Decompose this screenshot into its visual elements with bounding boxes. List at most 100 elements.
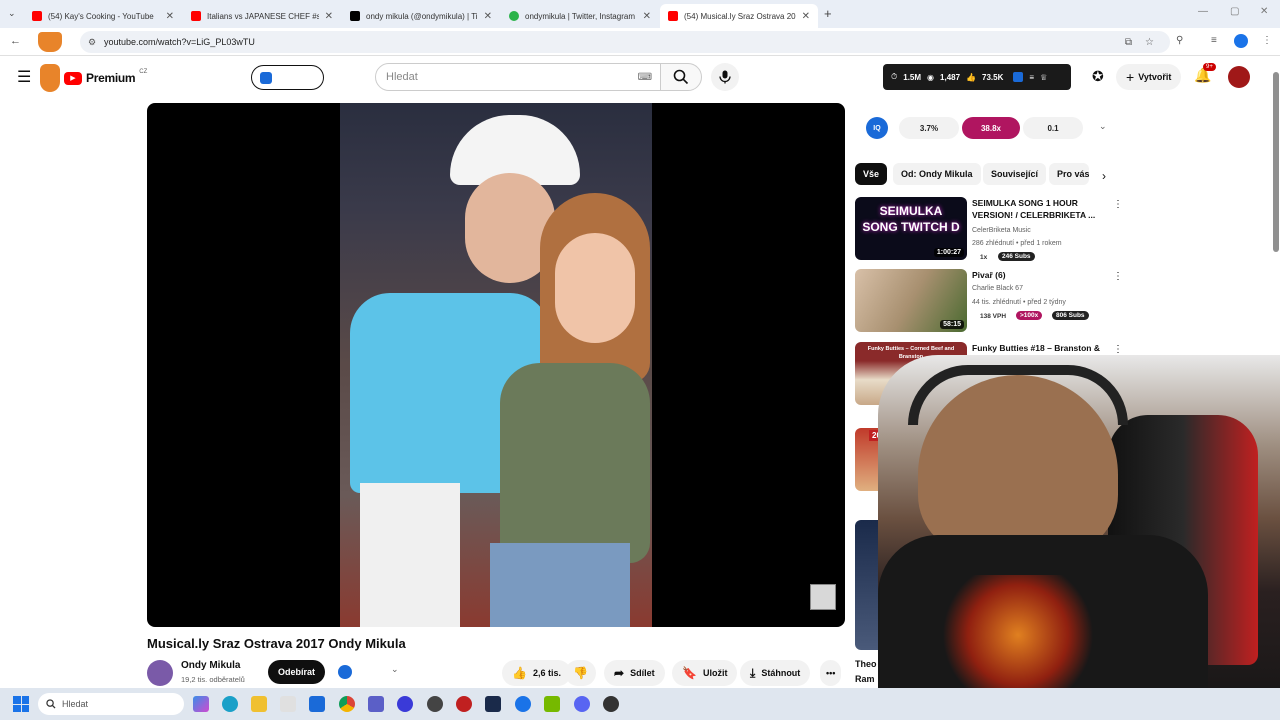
iq-dial-icon[interactable]: IQ <box>866 117 888 139</box>
channel-name[interactable]: Ondy Mikula <box>181 660 240 671</box>
scrollbar-thumb[interactable] <box>1273 72 1279 252</box>
tab-italians-vs-japanese[interactable]: Italians vs JAPANESE CHEF #shorts ✕ <box>183 4 341 28</box>
voice-search-button[interactable] <box>711 63 739 91</box>
person-left-pants <box>360 483 460 627</box>
recommendation-item[interactable]: SEIMULKA SONG TWITCH D 1:00:27 SEIMULKA … <box>855 197 1125 261</box>
person-right-face <box>555 233 635 343</box>
wordpress-icon[interactable] <box>427 696 443 712</box>
search-input[interactable]: Hledat ⌨ <box>375 63 661 91</box>
like-button[interactable]: 👍 2,6 tis. <box>502 660 571 686</box>
rec-menu-icon[interactable]: ⋮ <box>1113 199 1123 210</box>
chevron-down-icon[interactable]: ⌄ <box>391 664 399 675</box>
video-player[interactable] <box>147 103 845 627</box>
discord-icon[interactable] <box>574 696 590 712</box>
app-icon[interactable] <box>397 696 413 712</box>
store-icon[interactable] <box>280 696 296 712</box>
more-actions-button[interactable]: ••• <box>820 660 842 686</box>
site-info-icon[interactable]: ⚙ <box>88 37 96 48</box>
search-button[interactable] <box>660 63 702 91</box>
back-icon[interactable]: ← <box>10 35 21 47</box>
close-tab-icon[interactable]: ✕ <box>643 11 651 22</box>
restore-icon[interactable]: ▢ <box>1230 6 1239 17</box>
close-tab-icon[interactable]: ✕ <box>166 11 174 22</box>
download-button[interactable]: ⤓ Stáhnout <box>740 660 811 686</box>
close-tab-icon[interactable]: ✕ <box>802 11 810 22</box>
video-thumbnail[interactable]: 58:15 <box>855 269 967 332</box>
iq-stat-1: 3.7% <box>899 117 959 139</box>
subs-badge: 246 Subs <box>998 252 1035 261</box>
rec-menu-icon[interactable]: ⋮ <box>1113 271 1123 282</box>
profile-avatar[interactable] <box>1234 34 1248 48</box>
url-field[interactable]: ⚙ youtube.com/watch?v=LiG_PL03wTU ⧉ ☆ <box>80 31 1170 53</box>
iq-expand-icon[interactable]: ⌄ <box>1099 121 1107 132</box>
iq-channel-icon[interactable] <box>338 665 352 679</box>
rec-channel: CelerBriketa Music <box>972 227 1031 234</box>
file-explorer-icon[interactable] <box>251 696 267 712</box>
install-icon[interactable]: ⧉ <box>1125 37 1132 48</box>
page-scrollbar[interactable] <box>1272 60 1280 688</box>
chips-next-icon[interactable]: › <box>1102 169 1106 183</box>
mini-thumbnail[interactable] <box>810 584 836 610</box>
taskbar-search[interactable]: Hledat <box>38 693 184 715</box>
iq-small-icon[interactable] <box>1013 72 1024 82</box>
browser-menu-icon[interactable]: ⋮ <box>1262 35 1272 46</box>
create-button[interactable]: + Vytvořit <box>1116 64 1182 90</box>
taskbar-search-label: Hledat <box>62 699 89 709</box>
save-button[interactable]: 🔖 Uložit <box>672 660 738 686</box>
recommendation-item[interactable]: 58:15 Pivař (6) Charlie Black 67 44 tis.… <box>855 269 1125 333</box>
rec-menu-icon[interactable]: ⋮ <box>1113 344 1123 355</box>
windows-start-icon[interactable] <box>13 696 29 712</box>
watching-count: 1,487 <box>940 72 961 82</box>
chip-related[interactable]: Související <box>983 163 1047 185</box>
subscribe-button[interactable]: Odebírat <box>268 660 326 684</box>
obs-icon[interactable] <box>603 696 619 712</box>
chip-for-you[interactable]: Pro vás <box>1049 163 1089 185</box>
likes-count: 73.5K <box>982 72 1004 82</box>
close-tab-icon[interactable]: ✕ <box>484 11 492 22</box>
share-button[interactable]: ➦ Sdílet <box>604 660 665 686</box>
extensions-icon[interactable]: ⚲ <box>1176 35 1183 46</box>
download-icon: ⤓ <box>750 665 756 680</box>
mail-icon[interactable] <box>309 696 325 712</box>
extension-carrot-icon[interactable] <box>38 32 62 52</box>
steam-icon[interactable] <box>485 696 501 712</box>
multiplier-badge: 1x <box>980 254 988 261</box>
share-label: Sdílet <box>630 668 655 678</box>
boost-icon[interactable]: ✪ <box>1092 68 1104 85</box>
edge-icon[interactable] <box>222 696 238 712</box>
chrome-icon[interactable] <box>339 696 355 712</box>
app-red-icon[interactable] <box>456 696 472 712</box>
chip-from-channel[interactable]: Od: Ondy Mikula <box>893 163 981 185</box>
app-blue-icon[interactable] <box>515 696 531 712</box>
youtube-header: ☰ ▶ Premium CZ Hledat ⌨ ⏱ 1.5M ◉ 1,487 👍 73… <box>0 56 1280 100</box>
trophy-icon[interactable]: ♕ <box>1040 73 1047 82</box>
copilot-icon[interactable] <box>193 696 209 712</box>
dislike-button[interactable]: 👎 <box>565 660 596 686</box>
filter-icon[interactable]: ≡ <box>1029 73 1034 82</box>
chip-all[interactable]: Vše <box>855 163 888 185</box>
new-tab-icon[interactable]: + <box>824 6 832 21</box>
save-label: Uložit <box>702 668 728 678</box>
teams-icon[interactable] <box>368 696 384 712</box>
bookmark-star-icon[interactable]: ☆ <box>1145 37 1154 48</box>
tab-musically-active[interactable]: (54) Musical.ly Sraz Ostrava 2017 ✕ <box>660 4 818 28</box>
tab-kays-cooking[interactable]: (54) Kay's Cooking - YouTube ✕ <box>24 4 182 28</box>
hamburger-menu-icon[interactable]: ☰ <box>17 67 31 87</box>
reading-list-icon[interactable]: ≡ <box>1211 35 1217 46</box>
close-tab-icon[interactable]: ✕ <box>325 11 333 22</box>
tab-tiktok[interactable]: ondy mikula (@ondymikula) | TikTok ✕ <box>342 4 500 28</box>
keyboard-icon[interactable]: ⌨ <box>638 72 652 83</box>
chip-label: Od: Ondy Mikula <box>901 169 973 179</box>
nvidia-icon[interactable] <box>544 696 560 712</box>
tab-list-chevron-icon[interactable]: ⌄ <box>8 8 16 19</box>
youtube-favicon-icon <box>32 11 42 21</box>
channel-avatar[interactable] <box>147 660 173 686</box>
account-avatar[interactable] <box>1228 66 1250 88</box>
close-window-icon[interactable]: ✕ <box>1260 6 1268 17</box>
microphone-icon <box>719 70 731 84</box>
iq-toggle[interactable] <box>251 65 324 90</box>
minimize-icon[interactable]: — <box>1198 6 1208 17</box>
video-thumbnail[interactable]: SEIMULKA SONG TWITCH D 1:00:27 <box>855 197 967 260</box>
tab-twitter-instagram[interactable]: ondymikula | Twitter, Instagram ✕ <box>501 4 659 28</box>
youtube-logo[interactable]: ▶ Premium CZ <box>40 64 147 92</box>
